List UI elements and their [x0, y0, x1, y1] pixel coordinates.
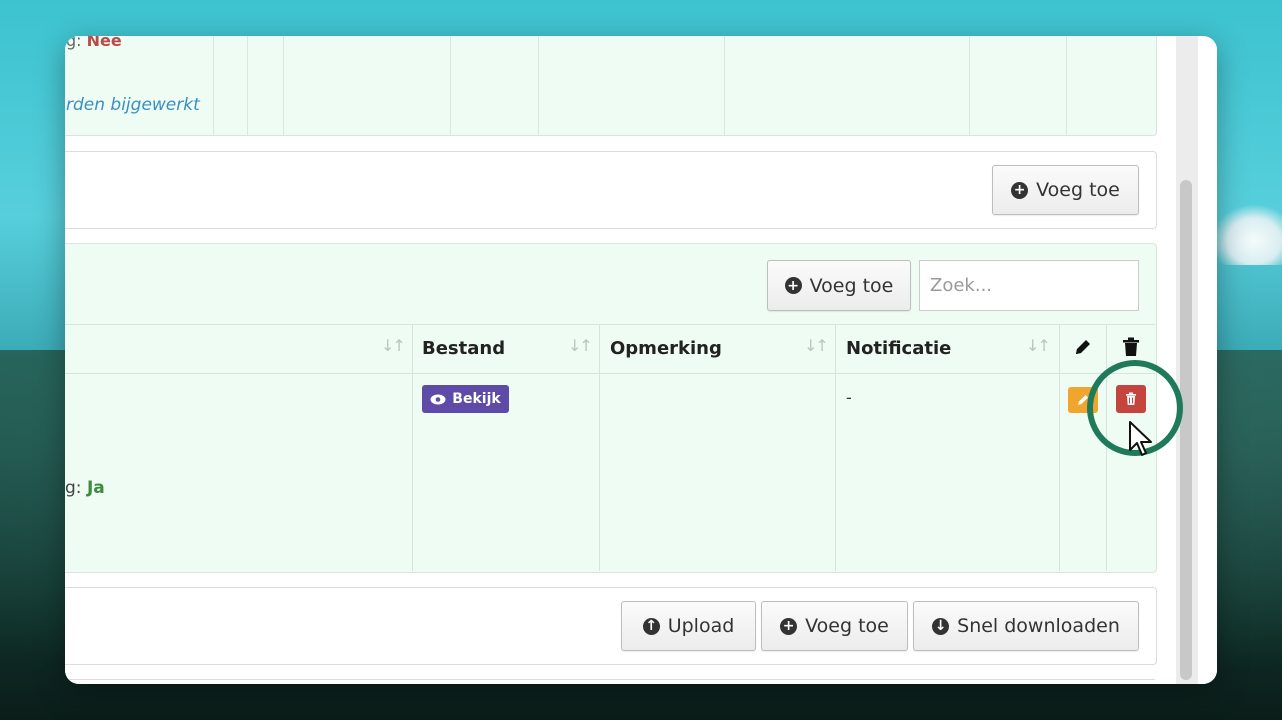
column-divider	[412, 324, 413, 571]
plus-circle-icon: +	[780, 617, 798, 635]
plus-circle-icon: +	[784, 277, 802, 294]
table-column-divider	[283, 36, 284, 135]
background-cloud	[1212, 205, 1282, 265]
add-button[interactable]: + Voeg toe	[992, 165, 1139, 215]
eye-icon	[430, 394, 446, 404]
cursor-icon	[1129, 421, 1152, 456]
upload-button-label: Upload	[667, 615, 735, 637]
page-content: g: Nee rden bijgewerkt + Voeg toe + Voeg…	[65, 36, 1170, 684]
quick-download-button[interactable]: ↓ Snel downloaden	[913, 601, 1139, 651]
column-header-notificatie[interactable]: Notificatie	[846, 324, 951, 372]
sort-icon[interactable]: ↓↑	[381, 336, 406, 355]
add-button-label: Voeg toe	[1036, 179, 1120, 201]
view-file-label: Bekijk	[452, 391, 501, 407]
app-window: g: Nee rden bijgewerkt + Voeg toe + Voeg…	[65, 36, 1217, 684]
row-status-value: Ja	[86, 478, 105, 498]
pencil-icon	[1076, 340, 1090, 354]
updated-note: rden bijgewerkt	[66, 95, 200, 115]
status-field-value: Nee	[86, 36, 122, 50]
trash-icon	[1123, 337, 1139, 356]
quick-download-label: Snel downloaden	[957, 615, 1120, 637]
table-column-divider	[538, 36, 539, 135]
top-table-panel: g: Nee rden bijgewerkt	[65, 36, 1157, 136]
upload-icon: ↑	[642, 617, 660, 635]
view-file-button[interactable]: Bekijk	[422, 385, 509, 413]
table-column-divider	[450, 36, 451, 135]
column-divider	[599, 324, 600, 571]
row-status-label: g:	[65, 478, 82, 498]
plus-circle-icon: +	[1011, 181, 1029, 199]
download-icon: ↓	[932, 617, 950, 635]
table-column-divider	[1066, 36, 1067, 135]
scrollbar-thumb[interactable]	[1180, 180, 1192, 680]
next-panel-edge	[65, 679, 1155, 684]
status-field-label: g:	[66, 36, 82, 50]
add-document-label: Voeg toe	[809, 274, 894, 297]
table-column-divider	[724, 36, 725, 135]
sort-icon[interactable]: ↓↑	[1026, 336, 1051, 355]
column-header-bestand[interactable]: Bestand	[422, 324, 505, 372]
add-document-button[interactable]: + Voeg toe	[767, 260, 911, 311]
status-field: g: Nee	[66, 36, 122, 50]
upload-button[interactable]: ↑ Upload	[621, 601, 756, 651]
add-file-button[interactable]: + Voeg toe	[761, 601, 908, 651]
row-status-field: g: Ja	[65, 478, 105, 498]
add-file-label: Voeg toe	[805, 615, 889, 637]
table-column-divider	[213, 36, 214, 135]
sort-icon[interactable]: ↓↑	[568, 336, 593, 355]
table-column-divider	[969, 36, 970, 135]
sort-icon[interactable]: ↓↑	[804, 336, 829, 355]
scrollbar[interactable]	[1170, 36, 1217, 684]
column-divider	[835, 324, 836, 571]
table-column-divider	[247, 36, 248, 135]
column-header-opmerking[interactable]: Opmerking	[610, 324, 722, 372]
notification-value: -	[846, 388, 852, 407]
search-input[interactable]	[919, 260, 1139, 311]
column-divider	[1059, 324, 1060, 571]
